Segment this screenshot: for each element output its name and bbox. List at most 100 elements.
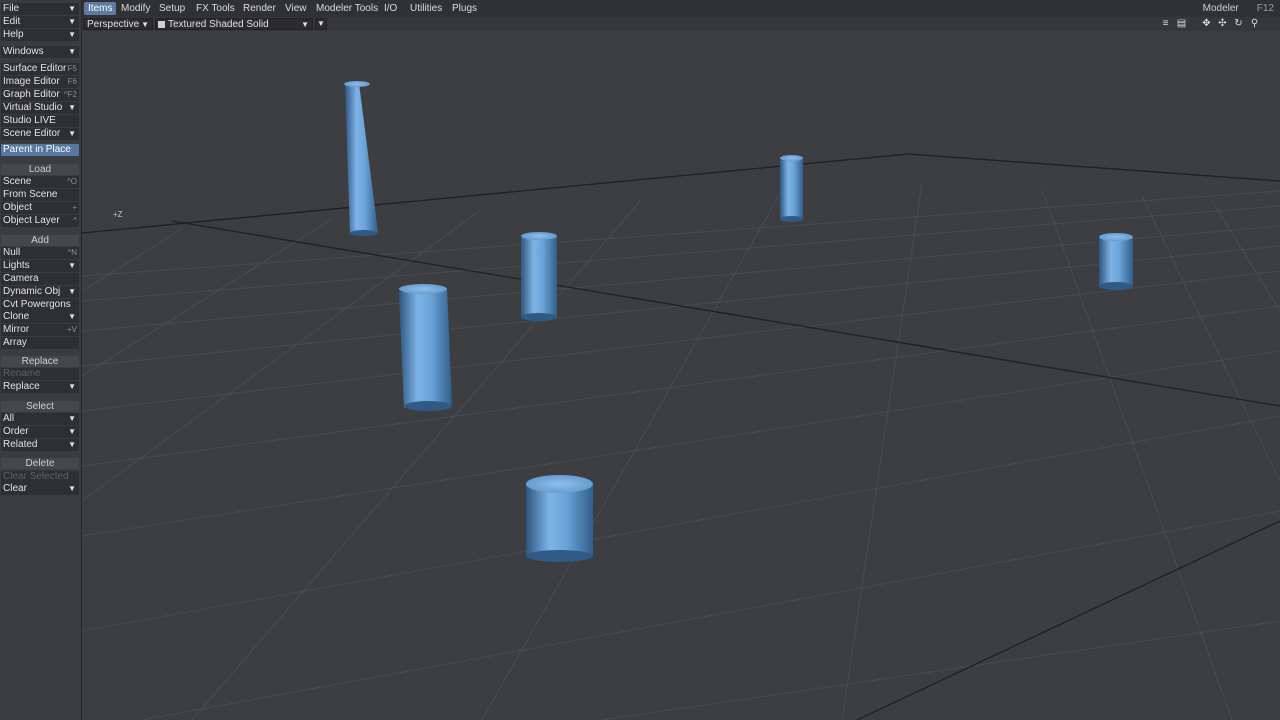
rotate-icon[interactable]: ↻ — [1232, 18, 1245, 30]
graph-editor-button[interactable]: Graph Editor ^F2 — [1, 89, 79, 101]
viewport-header: Perspective ▼ Textured Shaded Solid ▼ ▼ ≡ … — [82, 17, 1280, 31]
tab-render[interactable]: Render — [239, 2, 280, 15]
render-mode-icon — [158, 21, 165, 28]
add-lights-label: Lights — [3, 260, 30, 271]
rename-button[interactable]: Rename — [1, 368, 79, 380]
add-dynamic-obj-label: Dynamic Obj — [3, 286, 61, 297]
load-object-layer-button[interactable]: Object Layer ^ — [1, 215, 79, 227]
tab-io[interactable]: I/O — [380, 2, 401, 15]
image-editor-label: Image Editor — [3, 76, 60, 87]
dropdown-arrow-icon: ▼ — [68, 4, 76, 13]
tab-utilities[interactable]: Utilities — [406, 2, 446, 15]
load-scene-label: Scene — [3, 176, 32, 187]
help-menu[interactable]: Help ▼ — [1, 29, 79, 41]
load-object-layer-label: Object Layer — [3, 215, 60, 226]
tab-modeler-tools[interactable]: Modeler Tools — [312, 2, 382, 15]
dropdown-arrow-icon: ▼ — [68, 382, 76, 391]
dropdown-arrow-icon: ▼ — [68, 30, 76, 39]
dropdown-arrow-icon: ▼ — [301, 20, 309, 29]
perspective-viewport[interactable]: +Z — [82, 31, 1280, 720]
surface-editor-button[interactable]: Surface Editor F5 — [1, 63, 79, 75]
list-icon[interactable]: ≡ — [1159, 18, 1172, 30]
view-mode-dropdown[interactable]: Perspective ▼ — [83, 18, 153, 30]
view-mode-label: Perspective — [87, 19, 140, 30]
tab-setup[interactable]: Setup — [155, 2, 189, 15]
clear-menu[interactable]: Clear ▼ — [1, 483, 79, 495]
dropdown-arrow-icon: ▼ — [68, 287, 76, 296]
add-dynamic-obj-menu[interactable]: Dynamic Obj ▼ — [1, 286, 79, 298]
dropdown-arrow-icon: ▼ — [68, 312, 76, 321]
add-section-header: Add — [1, 235, 79, 246]
select-all-label: All — [3, 413, 15, 424]
cylinder-object[interactable] — [1099, 233, 1133, 290]
layout-icon[interactable]: ▤ — [1175, 18, 1188, 30]
file-menu[interactable]: File ▼ — [1, 3, 79, 15]
array-label: Array — [3, 337, 27, 348]
move-icon[interactable]: ✥ — [1200, 18, 1213, 30]
dropdown-arrow-icon: ▼ — [68, 261, 76, 270]
dropdown-arrow-icon: ▼ — [68, 440, 76, 449]
dropdown-arrow-icon: ▼ — [68, 484, 76, 493]
replace-menu[interactable]: Replace ▼ — [1, 381, 79, 393]
load-from-scene-button[interactable]: From Scene — [1, 189, 79, 201]
scene-editor-button[interactable]: Scene Editor ▼ — [1, 128, 79, 140]
parent-in-place-toggle[interactable]: Parent in Place — [1, 144, 79, 156]
virtual-studio-button[interactable]: Virtual Studio ▼ — [1, 102, 79, 114]
mirror-button[interactable]: Mirror +V — [1, 324, 79, 336]
add-null-button[interactable]: Null ^N — [1, 247, 79, 259]
pan-icon[interactable]: ✣ — [1216, 18, 1229, 30]
cylinder-object[interactable] — [344, 81, 378, 236]
dropdown-arrow-icon: ▼ — [68, 129, 76, 138]
select-order-menu[interactable]: Order ▼ — [1, 426, 79, 438]
scene-canvas — [82, 81, 1280, 720]
help-menu-label: Help — [3, 29, 24, 40]
cylinder-object[interactable] — [780, 155, 803, 222]
dropdown-arrow-icon: ▼ — [68, 427, 76, 436]
tab-fx-tools[interactable]: FX Tools — [192, 2, 239, 15]
shortcut-label: ^F2 — [63, 90, 77, 99]
cvt-powergons-button[interactable]: Cvt Powergons — [1, 299, 79, 311]
dropdown-arrow-icon: ▼ — [68, 414, 76, 423]
cylinder-object[interactable] — [526, 475, 593, 562]
tab-modify[interactable]: Modify — [117, 2, 154, 15]
cvt-powergons-label: Cvt Powergons — [3, 299, 71, 310]
edit-menu[interactable]: Edit ▼ — [1, 16, 79, 28]
modeler-switch[interactable]: Modeler F12 — [1203, 2, 1274, 15]
studio-live-button[interactable]: Studio LIVE — [1, 115, 79, 127]
select-order-label: Order — [3, 426, 29, 437]
tab-view[interactable]: View — [281, 2, 311, 15]
select-related-menu[interactable]: Related ▼ — [1, 439, 79, 451]
load-section-header: Load — [1, 164, 79, 175]
array-button[interactable]: Array — [1, 337, 79, 349]
render-mode-label: Textured Shaded Solid — [168, 19, 269, 30]
render-mode-dropdown[interactable]: Textured Shaded Solid ▼ — [155, 18, 313, 30]
shortcut-label: +V — [66, 325, 77, 334]
clear-selected-button[interactable]: Clear Selected — [1, 471, 79, 483]
image-editor-button[interactable]: Image Editor F6 — [1, 76, 79, 88]
add-null-label: Null — [3, 247, 21, 258]
tab-plugs[interactable]: Plugs — [448, 2, 481, 15]
cylinder-object[interactable] — [521, 232, 557, 321]
select-section-header: Select — [1, 401, 79, 412]
virtual-studio-label: Virtual Studio — [3, 102, 63, 113]
replace-section-header: Replace — [1, 356, 79, 367]
add-lights-menu[interactable]: Lights ▼ — [1, 260, 79, 272]
edit-menu-label: Edit — [3, 16, 21, 27]
load-scene-button[interactable]: Scene ^O — [1, 176, 79, 188]
clear-label: Clear — [3, 483, 27, 494]
viewport-options-button[interactable]: ▼ — [315, 18, 327, 30]
add-camera-button[interactable]: Camera — [1, 273, 79, 285]
mirror-label: Mirror — [3, 324, 30, 335]
load-object-button[interactable]: Object + — [1, 202, 79, 214]
clone-menu[interactable]: Clone ▼ — [1, 311, 79, 323]
select-all-menu[interactable]: All ▼ — [1, 413, 79, 425]
shortcut-label: F5 — [67, 64, 77, 73]
delete-section-header: Delete — [1, 458, 79, 469]
shortcut-label: ^N — [67, 248, 77, 257]
tab-items[interactable]: Items — [84, 2, 117, 15]
windows-menu[interactable]: Windows ▼ — [1, 46, 79, 58]
replace-label: Replace — [3, 381, 40, 392]
shortcut-label: F6 — [67, 77, 77, 86]
cylinder-object[interactable] — [399, 284, 452, 411]
zoom-icon[interactable]: ⚲ — [1248, 18, 1261, 30]
